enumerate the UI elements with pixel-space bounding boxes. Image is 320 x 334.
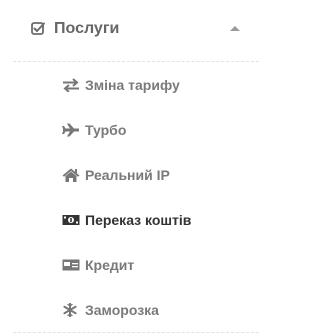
menu-item-label: Заморозка <box>85 302 159 318</box>
home-icon <box>62 168 80 182</box>
menu-item-change-tariff[interactable]: Зміна тарифу <box>0 65 272 105</box>
menu-item-label: Зміна тарифу <box>85 77 180 93</box>
menu-item-turbo[interactable]: Турбо <box>0 110 272 150</box>
credit-card-icon <box>62 258 80 272</box>
services-menu-header[interactable]: Послуги <box>0 0 272 60</box>
money-icon <box>62 213 80 227</box>
check-square-icon <box>31 21 46 36</box>
menu-item-real-ip[interactable]: Реальний IP <box>0 155 272 195</box>
divider <box>13 332 259 333</box>
services-menu-title: Послуги <box>54 20 120 37</box>
menu-item-freeze[interactable]: Заморозка <box>0 290 272 330</box>
menu-item-label: Турбо <box>85 122 127 138</box>
divider <box>13 61 259 62</box>
menu-item-credit[interactable]: Кредит <box>0 245 272 285</box>
snowflake-icon <box>62 303 80 317</box>
menu-item-label: Реальний IP <box>85 167 170 183</box>
menu-item-label: Кредит <box>85 257 135 273</box>
chevron-up-icon[interactable] <box>230 26 240 31</box>
exchange-icon <box>62 78 80 92</box>
menu-item-label: Переказ коштів <box>85 212 192 228</box>
services-menu: Послуги Зміна тарифу Турбо Реальний IP П… <box>0 0 272 334</box>
plane-icon <box>62 123 80 137</box>
menu-item-money-transfer[interactable]: Переказ коштів <box>0 200 272 240</box>
